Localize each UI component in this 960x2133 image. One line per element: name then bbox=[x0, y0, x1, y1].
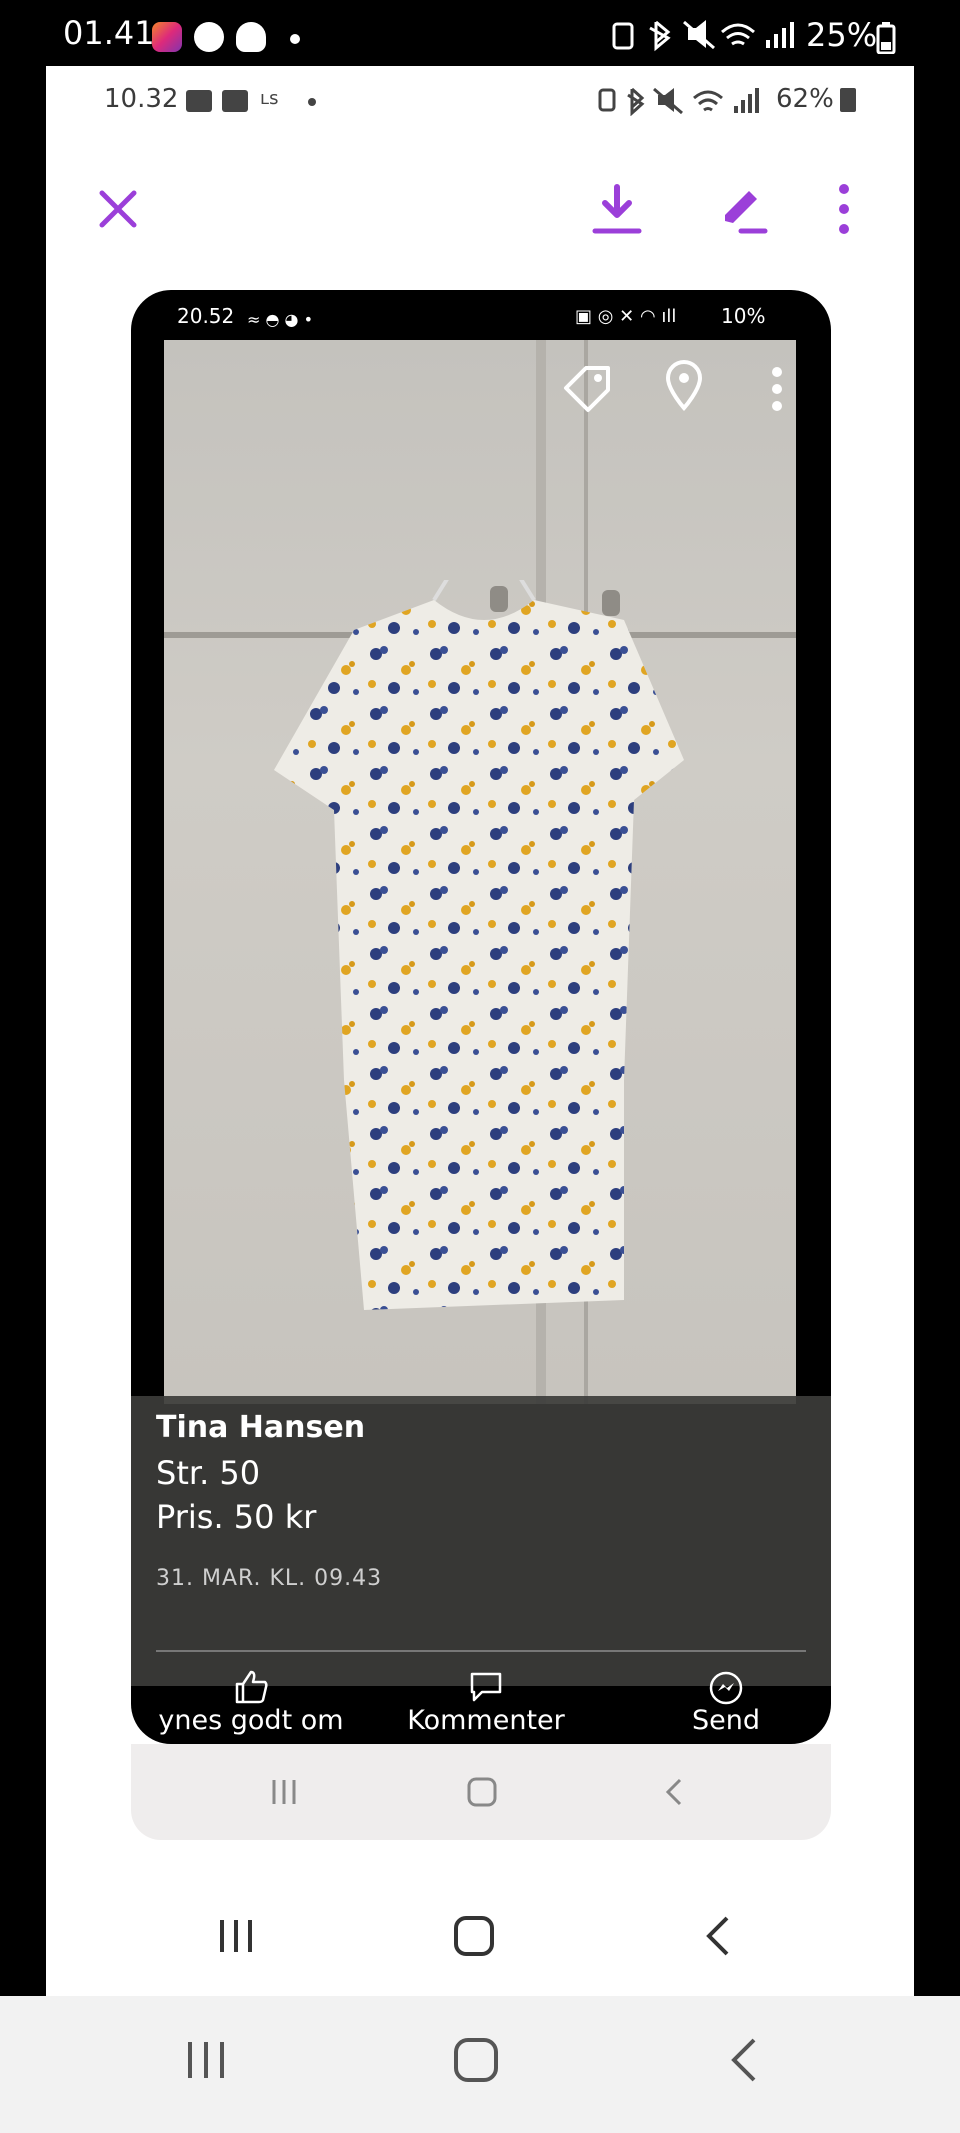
back-icon bbox=[665, 1778, 682, 1806]
outer-nav-bar bbox=[0, 1996, 960, 2133]
mail-icon bbox=[186, 90, 212, 112]
recents-button[interactable] bbox=[166, 2020, 246, 2100]
phone-status-app-icons: ≈ ◓ ◕ • bbox=[247, 310, 314, 329]
inner-status-time: 10.32 bbox=[104, 84, 179, 114]
back-icon bbox=[706, 1916, 729, 1956]
status-icons-group bbox=[612, 20, 794, 52]
post-date: 31. MAR. KL. 09.43 bbox=[156, 1566, 383, 1591]
back-button[interactable] bbox=[678, 1896, 758, 1976]
post-actions: ynes godt om Kommenter Send bbox=[131, 1658, 831, 1744]
floral-blouse bbox=[274, 580, 684, 1310]
post-size: Str. 50 bbox=[156, 1454, 261, 1492]
recents-icon bbox=[220, 1920, 252, 1952]
outer-status-bar: 01.41 25% bbox=[0, 0, 960, 66]
viewer-toolbar bbox=[46, 156, 914, 266]
comment-button[interactable]: Kommenter bbox=[371, 1658, 601, 1744]
messenger-icon bbox=[194, 22, 224, 52]
location-icon[interactable] bbox=[664, 360, 704, 412]
snapchat-icon bbox=[236, 22, 266, 52]
battery-icon bbox=[876, 22, 896, 54]
caption-divider bbox=[156, 1650, 806, 1652]
download-icon bbox=[592, 184, 642, 234]
comment-icon bbox=[470, 1672, 502, 1702]
inner-status-icons bbox=[598, 87, 759, 116]
notification-dot-icon bbox=[308, 98, 316, 106]
outer-battery-percent: 25% bbox=[806, 16, 878, 54]
more-options-button[interactable] bbox=[809, 174, 879, 244]
phone-battery-percent: 10% bbox=[721, 304, 766, 328]
phone-nav-bar bbox=[131, 1744, 831, 1840]
post-price: Pris. 50 kr bbox=[156, 1498, 317, 1536]
recents-button[interactable] bbox=[196, 1896, 276, 1976]
recents-icon bbox=[188, 2042, 224, 2078]
image-viewer: 10.32 ʟs 62% 20.52 ≈ ◓ ◕ • ▣ ◎ ✕ ◠ ıll 1… bbox=[46, 66, 914, 1996]
phone-status-bar: 20.52 ≈ ◓ ◕ • ▣ ◎ ✕ ◠ ıll 10% bbox=[131, 290, 831, 340]
back-icon bbox=[731, 2038, 756, 2082]
edit-button[interactable] bbox=[706, 174, 776, 244]
edit-icon bbox=[725, 191, 768, 234]
comment-label: Kommenter bbox=[407, 1705, 565, 1736]
back-button[interactable] bbox=[639, 1764, 709, 1820]
thumbs-up-icon bbox=[235, 1670, 268, 1704]
inner-battery-percent: 62% bbox=[776, 84, 834, 114]
phone-status-time: 20.52 bbox=[177, 304, 235, 328]
outer-status-time: 01.41 bbox=[63, 14, 155, 52]
like-label: ynes godt om bbox=[158, 1705, 344, 1736]
post-author: Tina Hansen bbox=[156, 1410, 366, 1445]
screenshot-image[interactable]: 20.52 ≈ ◓ ◕ • ▣ ◎ ✕ ◠ ıll 10% Tina Hanse… bbox=[131, 290, 831, 1744]
download-button[interactable] bbox=[582, 174, 652, 244]
messenger-icon bbox=[709, 1671, 743, 1705]
more-vertical-icon[interactable] bbox=[770, 366, 784, 412]
phone-status-system-icons: ▣ ◎ ✕ ◠ ıll bbox=[575, 306, 677, 327]
back-button[interactable] bbox=[704, 2020, 784, 2100]
close-icon bbox=[99, 190, 137, 228]
recents-icon bbox=[272, 1780, 296, 1804]
home-button[interactable] bbox=[447, 1764, 517, 1820]
home-icon bbox=[467, 1777, 497, 1807]
ls-app-icon: ʟs bbox=[260, 88, 279, 109]
like-button[interactable]: ynes godt om bbox=[141, 1658, 361, 1744]
send-label: Send bbox=[691, 1705, 760, 1736]
tag-icon[interactable] bbox=[560, 362, 614, 416]
home-button[interactable] bbox=[434, 1896, 514, 1976]
home-icon bbox=[454, 1916, 494, 1956]
inner-status-bar: 10.32 ʟs 62% bbox=[46, 66, 914, 136]
inner-battery-icon bbox=[840, 88, 856, 112]
home-button[interactable] bbox=[436, 2020, 516, 2100]
close-button[interactable] bbox=[83, 174, 153, 244]
frame-nav-bar bbox=[46, 1876, 914, 1996]
recents-button[interactable] bbox=[249, 1764, 319, 1820]
blouse-photo bbox=[164, 340, 796, 1404]
s-app-icon bbox=[222, 90, 248, 112]
home-icon bbox=[454, 2038, 498, 2082]
instagram-icon bbox=[152, 22, 182, 52]
send-button[interactable]: Send bbox=[641, 1658, 811, 1744]
notification-dot-icon bbox=[290, 34, 300, 44]
more-vertical-icon bbox=[839, 184, 849, 234]
